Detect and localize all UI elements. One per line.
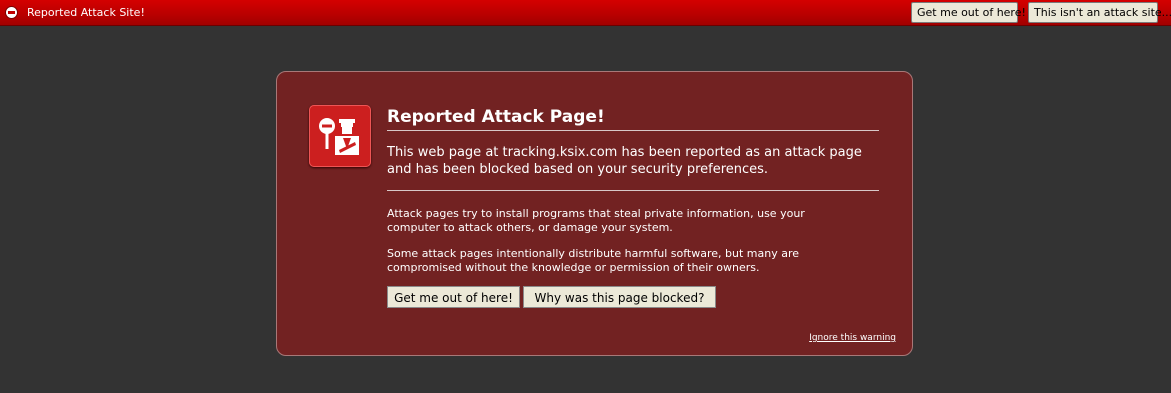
- divider: [387, 190, 879, 191]
- ignore-warning-link[interactable]: Ignore this warning: [809, 333, 896, 343]
- page-title: Reported Attack Page!: [387, 107, 879, 131]
- short-description: This web page at tracking.ksix.com has b…: [387, 145, 862, 177]
- long-description-paragraph: Attack pages try to install programs tha…: [387, 207, 805, 234]
- notification-bar: Reported Attack Site! Get me out of here…: [0, 0, 1171, 26]
- notification-text: Reported Attack Site!: [27, 6, 145, 19]
- police-officer-icon: [309, 105, 371, 167]
- long-description-paragraph: Some attack pages intentionally distribu…: [387, 247, 799, 274]
- stop-icon: [5, 6, 18, 19]
- get-me-out-button[interactable]: Get me out of here!: [387, 286, 520, 308]
- why-blocked-button[interactable]: Why was this page blocked?: [523, 286, 716, 308]
- bar-get-me-out-button[interactable]: Get me out of here!: [911, 2, 1026, 23]
- bar-not-attack-site-button[interactable]: This isn't an attack site...: [1028, 2, 1171, 23]
- error-page-container: Reported Attack Page! This web page at t…: [276, 71, 913, 356]
